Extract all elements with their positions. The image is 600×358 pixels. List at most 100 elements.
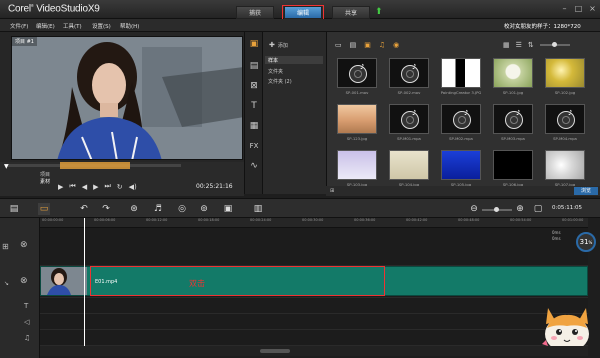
library-thumb[interactable]: ♪ [441, 104, 481, 134]
library-thumb[interactable] [545, 58, 585, 88]
tab-share[interactable]: 共享 [332, 6, 370, 19]
title-icon[interactable]: T [248, 100, 260, 112]
library-thumb[interactable] [337, 150, 377, 180]
timeline-view-icon[interactable]: ▭ [38, 203, 50, 215]
menu-edit[interactable]: 编辑(E) [36, 22, 55, 30]
music-filter-icon[interactable]: ♫ [379, 41, 385, 49]
preview-timecode[interactable]: 00:25:21:16 [196, 183, 233, 190]
voice-track[interactable] [40, 314, 588, 330]
minimize-icon[interactable]: – [560, 4, 569, 13]
track-lock-icon[interactable]: ↘ [4, 280, 9, 287]
library-thumb[interactable]: ♪ [389, 58, 429, 88]
mode-clip-label[interactable]: 素材 [40, 179, 50, 186]
repeat-icon[interactable]: ↻ [117, 183, 123, 191]
browse-button[interactable]: 浏览 [574, 187, 598, 195]
tab-capture[interactable]: 捕获 [236, 6, 274, 19]
zoom-percent-badge[interactable]: 31% [576, 232, 596, 252]
redo-icon[interactable]: ↷ [100, 203, 112, 215]
title-track-icon[interactable]: T [24, 302, 28, 310]
playhead-marker-icon[interactable]: ▼ [4, 163, 9, 170]
voice-track-icon[interactable]: ◁ [24, 318, 29, 326]
music-track[interactable] [40, 330, 588, 346]
zoom-out-icon[interactable]: ⊖ [468, 203, 480, 215]
fit-project-icon[interactable]: ▢ [532, 203, 544, 215]
library-thumb[interactable] [441, 58, 481, 88]
video-filter-icon[interactable]: ▤ [350, 41, 357, 49]
import-icon[interactable]: ⊞ [330, 188, 334, 194]
add-folder-button[interactable]: ✚ 添加 [269, 41, 288, 49]
video-track-icon[interactable]: ⊗ [20, 276, 28, 286]
auto-music-icon[interactable]: ◎ [176, 203, 188, 215]
close-icon[interactable]: × [588, 4, 597, 13]
video-preview[interactable]: 项目 #1 [11, 36, 243, 160]
ruler-tick-label: 00:00:18:00 [198, 218, 220, 222]
folder-item-2[interactable]: 文件夹 (2) [268, 78, 292, 85]
maximize-icon[interactable]: □ [574, 4, 583, 13]
thumbnail-view-icon[interactable]: ▦ [503, 41, 510, 49]
record-icon[interactable]: ◉ [393, 41, 399, 49]
folder-item-sample[interactable]: 样本 [268, 57, 278, 64]
prev-frame-icon[interactable]: ◀ [82, 183, 87, 191]
mode-switch[interactable]: 项目 素材 [40, 172, 50, 186]
media-icon[interactable]: ▣ [248, 38, 260, 50]
record-capture-icon[interactable]: ⊛ [128, 203, 140, 215]
playback-controls: ▶ ⏮ ◀ ▶ ⏭ ↻ ◀) [58, 182, 137, 191]
music-note-icon: ♪ [568, 109, 573, 117]
thumb-caption: SP-102.jpg [554, 90, 576, 95]
sound-mixer-icon[interactable]: ♬ [152, 203, 164, 215]
mode-project-label[interactable]: 项目 [40, 172, 50, 179]
menu-settings[interactable]: 设置(S) [92, 22, 111, 30]
graphic-icon[interactable]: ▦ [248, 120, 260, 132]
library-thumb[interactable]: ♪ [493, 104, 533, 134]
library-thumb[interactable]: ♪ [389, 104, 429, 134]
zoom-in-icon[interactable]: ⊕ [514, 203, 526, 215]
overlay-track[interactable] [40, 228, 588, 266]
timeline-timecode[interactable]: 0:05:11:05 [552, 205, 582, 211]
playhead[interactable] [84, 218, 85, 346]
menu-help[interactable]: 帮助(H) [120, 22, 139, 30]
library-thumb[interactable] [545, 150, 585, 180]
folder-item-1[interactable]: 文件夹 [268, 68, 283, 75]
scroll-thumb[interactable] [260, 349, 290, 353]
play-icon[interactable]: ▶ [58, 183, 63, 191]
menu-file[interactable]: 文件(F) [10, 22, 28, 30]
photo-filter-icon[interactable]: ▣ [364, 41, 371, 49]
title-track[interactable] [40, 298, 588, 314]
horizontal-scrollbar[interactable] [40, 346, 588, 356]
music-note-icon: ♪ [412, 109, 417, 117]
film-reel-icon[interactable]: ⊗ [20, 240, 28, 250]
library-thumb[interactable] [337, 104, 377, 134]
volume-icon[interactable]: ◀) [129, 183, 137, 191]
motion-tracking-icon[interactable]: ⊚ [198, 203, 210, 215]
thumb-caption: SP-101.jpg [502, 90, 524, 95]
instant-project-icon[interactable]: ▤ [248, 60, 260, 72]
zoom-slider[interactable] [482, 207, 512, 212]
undo-icon[interactable]: ↶ [78, 203, 90, 215]
subtitle-icon[interactable]: ▣ [222, 203, 234, 215]
library-thumb[interactable]: ♪ [545, 104, 585, 134]
multicam-icon[interactable]: ▥ [252, 203, 264, 215]
upload-arrow-icon[interactable]: ⬆ [375, 7, 385, 17]
track-manager-icon[interactable]: ⊞ [2, 242, 9, 251]
library-thumb[interactable]: ♪ [337, 58, 377, 88]
filter-icon[interactable]: FX [248, 140, 260, 152]
list-view-icon[interactable]: ☰ [516, 41, 522, 49]
menu-bar: 文件(F) 编辑(E) 工具(T) 设置(S) 帮助(H) 校对女朋友的样子：1… [0, 19, 600, 32]
trim-range[interactable] [60, 162, 130, 169]
menu-tools[interactable]: 工具(T) [63, 22, 82, 30]
home-icon[interactable]: ⏮ [69, 182, 75, 191]
sort-icon[interactable]: ⇅ [528, 41, 534, 49]
library-thumb[interactable] [441, 150, 481, 180]
timeline-ruler[interactable]: 00:00:00:00 00:00:06:00 00:00:12:00 00:00:1… [40, 218, 588, 228]
music-track-icon[interactable]: ♫ [24, 334, 30, 342]
folder-icon[interactable]: ▭ [335, 41, 342, 49]
library-thumb[interactable] [493, 58, 533, 88]
end-icon[interactable]: ⏭ [104, 182, 110, 191]
library-thumb[interactable] [389, 150, 429, 180]
library-thumb[interactable] [493, 150, 533, 180]
transition-icon[interactable]: ⊠ [248, 80, 260, 92]
path-icon[interactable]: ∿ [248, 160, 260, 172]
next-frame-icon[interactable]: ▶ [93, 183, 98, 191]
storyboard-view-icon[interactable]: ▤ [8, 203, 20, 215]
thumb-size-slider[interactable] [539, 42, 570, 47]
